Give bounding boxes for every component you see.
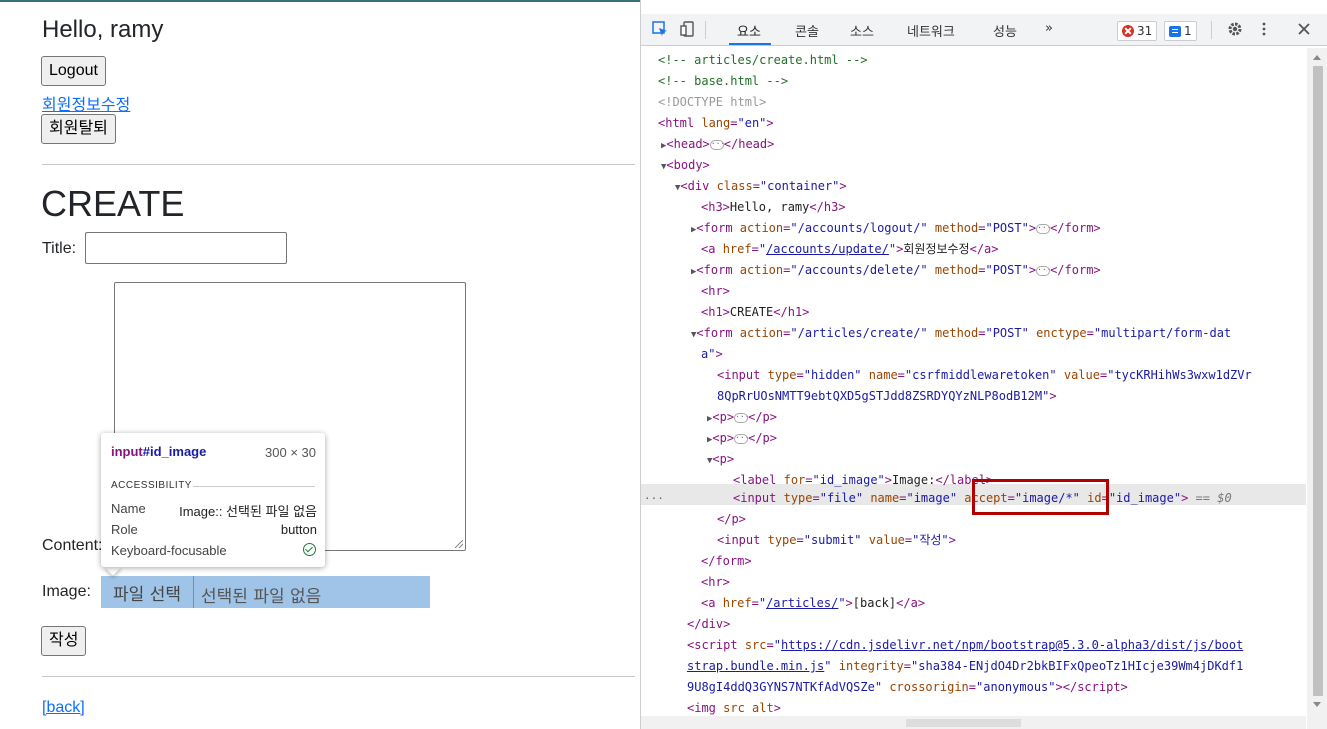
tab-console[interactable]: 콘솔 [795, 21, 819, 40]
dom-line[interactable]: <input type="submit" value="작성"> [717, 530, 956, 551]
divider [42, 676, 635, 677]
divider [1211, 21, 1212, 39]
devtools-toolbar: 요소 콘솔 소스 네트워크 성능 » 31 1 [641, 14, 1327, 46]
tooltip-section-title: ACCESSIBILITY [111, 480, 192, 491]
tab-elements[interactable]: 요소 [737, 21, 761, 40]
image-label: Image: [42, 583, 91, 600]
node-actions-icon[interactable]: ··· [644, 488, 664, 509]
submit-button[interactable]: 작성 [41, 626, 87, 656]
tab-performance[interactable]: 성능 [993, 21, 1017, 40]
inspect-element-icon[interactable] [651, 20, 669, 38]
scroll-thumb[interactable] [906, 719, 1021, 727]
back-link[interactable]: [back] [42, 699, 85, 717]
check-circle-icon [303, 543, 316, 556]
dom-line[interactable]: ▼<div class="container"> [675, 176, 847, 197]
dom-line[interactable]: <hr> [701, 572, 730, 593]
dom-line[interactable]: </p> [717, 509, 746, 530]
dom-line[interactable]: strap.bundle.min.js" integrity="sha384-E… [687, 656, 1243, 677]
dom-line[interactable]: </div> [687, 614, 730, 635]
dom-line[interactable]: 9U8gI4ddQ3GYNS7NTKfAdVQSZe" crossorigin=… [687, 677, 1128, 698]
dom-line[interactable]: <h3>Hello, ramy</h3> [701, 197, 846, 218]
device-toolbar-icon[interactable] [679, 20, 697, 38]
update-account-link[interactable]: 회원정보수정 [42, 91, 130, 115]
close-icon[interactable] [1295, 20, 1313, 38]
dom-line[interactable]: 8QpRrUOsNMTT9ebtQXD5gSTJdd8ZSRDYQYzNLP8o… [717, 386, 1057, 407]
dom-line[interactable]: ▼<body> [661, 155, 710, 176]
dom-line[interactable]: a"> [701, 344, 723, 365]
horizontal-scrollbar[interactable] [641, 716, 1306, 729]
tab-network[interactable]: 네트워크 [907, 21, 955, 40]
dom-line[interactable]: <h1>CREATE</h1> [701, 302, 809, 323]
tooltip-row-name: Name Image:: 선택된 파일 없음 [111, 501, 317, 519]
dom-line[interactable]: ▶<head>···</head> [661, 134, 774, 155]
scroll-thumb[interactable] [1313, 66, 1323, 696]
error-icon [1122, 25, 1134, 37]
dom-line[interactable]: ▼<p> [707, 449, 734, 470]
vertical-scrollbar[interactable] [1307, 48, 1327, 729]
gear-icon[interactable] [1226, 20, 1244, 38]
devtools-panel: 요소 콘솔 소스 네트워크 성능 » 31 1 ··· <!-- article… [640, 0, 1327, 729]
dom-line[interactable]: <a href="/articles/">[back]</a> [701, 593, 925, 614]
dom-line[interactable]: <input type="hidden" name="csrfmiddlewar… [717, 365, 1252, 386]
file-select-button[interactable]: 파일 선택 [101, 576, 194, 608]
dom-line[interactable]: </form> [701, 551, 752, 572]
divider [705, 21, 706, 39]
dom-tree: ··· <!-- articles/create.html --> <!-- b… [641, 48, 1306, 729]
dom-line[interactable]: ▶<form action="/accounts/delete/" method… [691, 260, 1101, 281]
dom-line[interactable]: <hr> [701, 281, 730, 302]
tooltip-row-role: Role button [111, 522, 317, 537]
file-status-text: 선택된 파일 없음 [201, 587, 322, 607]
delete-account-button[interactable]: 회원탈퇴 [41, 114, 116, 144]
image-file-input[interactable]: 파일 선택 선택된 파일 없음 [101, 576, 430, 608]
page-content: Hello, ramy Logout 회원정보수정 회원탈퇴 CREATE Ti… [0, 0, 640, 729]
resize-handle-icon[interactable] [455, 540, 463, 548]
accept-attribute-highlight [972, 479, 1109, 515]
tab-sources[interactable]: 소스 [850, 21, 874, 40]
title-label: Title: [42, 240, 77, 257]
dom-line[interactable]: <a href="/accounts/update/">회원정보수정</a> [701, 239, 999, 260]
title-input[interactable] [85, 232, 287, 264]
tooltip-element-size: 300 × 30 [265, 445, 316, 460]
error-count-badge[interactable]: 31 [1117, 21, 1158, 41]
tooltip-element-name: input#id_image [111, 444, 207, 459]
dom-line[interactable]: ▶<form action="/accounts/logout/" method… [691, 218, 1101, 239]
scroll-up-icon[interactable] [1313, 55, 1321, 60]
inspect-tooltip: input#id_image 300 × 30 ACCESSIBILITY Na… [101, 433, 325, 567]
divider [42, 164, 635, 165]
active-tab-indicator [729, 43, 771, 45]
page-title: CREATE [41, 183, 185, 224]
dom-line[interactable]: <!-- base.html --> [658, 71, 788, 92]
message-count-badge[interactable]: 1 [1164, 21, 1197, 41]
dom-line[interactable]: ▶<p>···</p> [707, 428, 777, 449]
dom-line[interactable]: <script src="https://cdn.jsdelivr.net/np… [687, 635, 1243, 656]
message-icon [1169, 25, 1181, 37]
dom-line[interactable]: <!DOCTYPE html> [658, 92, 766, 113]
divider [193, 486, 315, 487]
dom-line[interactable]: <html lang="en"> [658, 113, 774, 134]
dom-line[interactable]: ▶<p>···</p> [707, 407, 777, 428]
greeting-heading: Hello, ramy [42, 16, 164, 43]
logout-button[interactable]: Logout [41, 56, 106, 86]
more-tabs-button[interactable]: » [1045, 21, 1053, 36]
dom-line[interactable]: <!-- articles/create.html --> [658, 50, 868, 71]
tooltip-row-keyboard: Keyboard-focusable [111, 543, 317, 558]
more-options-icon[interactable] [1255, 20, 1273, 38]
scroll-down-icon[interactable] [1313, 702, 1321, 707]
dom-line[interactable]: ▼<form action="/articles/create/" method… [691, 323, 1231, 344]
content-label: Content: [42, 537, 103, 554]
